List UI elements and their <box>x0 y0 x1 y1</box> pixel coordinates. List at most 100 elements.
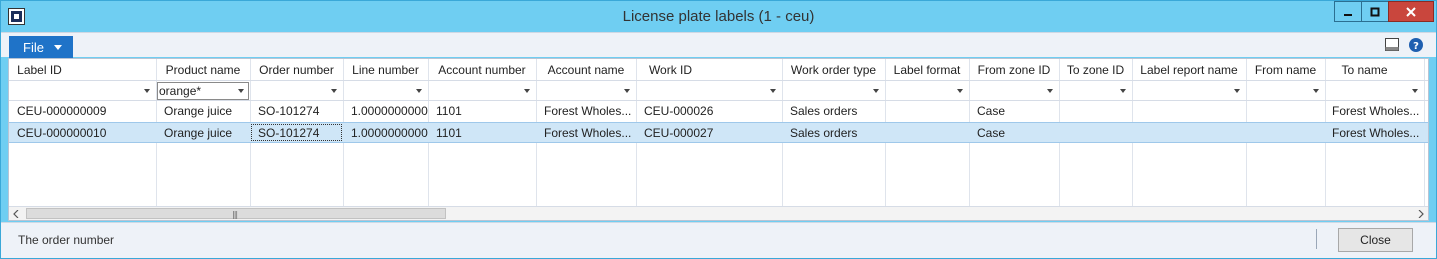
status-separator <box>1316 229 1317 249</box>
window-controls <box>1334 1 1434 23</box>
menu-bar: File ? <box>1 32 1436 58</box>
cell-label-format[interactable] <box>888 123 969 142</box>
chevron-down-icon[interactable] <box>1120 89 1126 93</box>
cell-work-id[interactable]: CEU-000026 <box>639 101 782 122</box>
cell-from-zone-id[interactable]: Case <box>972 101 1059 122</box>
cell-account-number[interactable]: 1101 <box>431 123 536 142</box>
cell-account-number[interactable]: 1101 <box>431 101 536 122</box>
maximize-button[interactable] <box>1361 1 1389 22</box>
col-label-id[interactable]: Label ID <box>9 59 70 81</box>
filter-work-id[interactable] <box>636 81 782 101</box>
filter-account-name[interactable] <box>536 81 636 101</box>
cell-work-order-type[interactable]: Sales orders <box>785 123 885 142</box>
chevron-down-icon[interactable] <box>1313 89 1319 93</box>
cell-order-number[interactable]: SO-101274 <box>253 101 343 122</box>
chevron-down-icon[interactable] <box>770 89 776 93</box>
svg-text:?: ? <box>1413 41 1419 52</box>
chevron-left-icon <box>13 209 19 218</box>
chevron-down-icon[interactable] <box>524 89 530 93</box>
filter-account-number[interactable] <box>428 81 536 101</box>
cell-from-name[interactable] <box>1249 123 1325 142</box>
cell-account-name[interactable]: Forest Wholes... <box>539 101 636 122</box>
col-from-zone-id[interactable]: From zone ID <box>969 59 1059 81</box>
cell-to-zone-id[interactable] <box>1062 101 1132 122</box>
col-account-name[interactable]: Account name <box>536 59 636 81</box>
col-to-name[interactable]: To name <box>1325 59 1404 81</box>
status-text: The order number <box>18 233 115 247</box>
filter-order-number[interactable] <box>250 81 343 101</box>
cell-label-format[interactable] <box>888 101 969 122</box>
col-product-name[interactable]: Product name <box>156 59 250 81</box>
chevron-right-icon <box>1418 209 1424 218</box>
filter-product-name[interactable]: orange* <box>156 81 250 101</box>
cell-to-zone-id[interactable] <box>1062 123 1132 142</box>
close-button[interactable]: Close <box>1338 228 1413 252</box>
col-order-number[interactable]: Order number <box>250 59 343 81</box>
filter-to-name[interactable] <box>1325 81 1424 101</box>
filter-label-id[interactable] <box>9 81 156 101</box>
chevron-down-icon[interactable] <box>416 89 422 93</box>
filter-product-name-value[interactable]: orange* <box>159 83 201 99</box>
cell-order-number-focused[interactable]: SO-101274 <box>250 123 343 142</box>
cell-to-name[interactable]: Forest Wholes... <box>1327 101 1424 122</box>
layout-icon[interactable] <box>1384 37 1400 53</box>
horizontal-scrollbar[interactable]: ||| <box>9 206 1428 220</box>
file-menu-button[interactable]: File <box>9 36 73 58</box>
scroll-right-button[interactable] <box>1414 207 1428 220</box>
maximize-icon <box>1370 7 1380 16</box>
filter-from-name[interactable] <box>1246 81 1325 101</box>
labels-grid: Label ID Product name Order number Line … <box>8 58 1429 221</box>
filter-label-report-name[interactable] <box>1132 81 1246 101</box>
chevron-down-icon[interactable] <box>1412 89 1418 93</box>
help-icon[interactable]: ? <box>1408 37 1424 53</box>
license-plate-labels-window: License plate labels (1 - ceu) File ? La… <box>0 0 1437 259</box>
col-label-format[interactable]: Label format <box>885 59 969 81</box>
menu-right-icons: ? <box>1384 37 1424 53</box>
close-window-button[interactable] <box>1388 1 1434 22</box>
col-work-id[interactable]: Work ID <box>636 59 705 81</box>
col-from-name[interactable]: From name <box>1246 59 1325 81</box>
chevron-down-icon[interactable] <box>624 89 630 93</box>
filter-to-zone-id[interactable] <box>1059 81 1132 101</box>
cell-line-number[interactable]: 1.0000000000 <box>346 101 428 122</box>
window-title: License plate labels (1 - ceu) <box>622 8 815 25</box>
scroll-left-button[interactable] <box>9 207 23 220</box>
cell-from-name[interactable] <box>1249 101 1325 122</box>
cell-label-report-name[interactable] <box>1135 101 1246 122</box>
cell-product-name[interactable]: Orange juice <box>159 123 250 142</box>
filter-row: orange* <box>9 81 1428 101</box>
chevron-down-icon[interactable] <box>144 89 150 93</box>
minimize-button[interactable] <box>1334 1 1362 22</box>
filter-from-zone-id[interactable] <box>969 81 1059 101</box>
cell-work-id[interactable]: CEU-000027 <box>639 123 782 142</box>
chevron-down-icon[interactable] <box>1234 89 1240 93</box>
col-label-report-name[interactable]: Label report name <box>1132 59 1246 81</box>
cell-from-zone-id[interactable]: Case <box>972 123 1059 142</box>
filter-label-format[interactable] <box>885 81 969 101</box>
chevron-down-icon[interactable] <box>957 89 963 93</box>
file-menu-label: File <box>23 39 44 55</box>
col-work-order-type[interactable]: Work order type <box>782 59 885 81</box>
chevron-down-icon[interactable] <box>238 89 244 93</box>
cell-label-id[interactable]: CEU-000000009 <box>12 101 156 122</box>
col-line-number[interactable]: Line number <box>343 59 428 81</box>
title-bar[interactable]: License plate labels (1 - ceu) <box>1 1 1436 32</box>
filter-line-number[interactable] <box>343 81 428 101</box>
table-row-selected[interactable]: CEU-000000010 Orange juice SO-101274 1.0… <box>9 122 1428 143</box>
cell-label-id[interactable]: CEU-000000010 <box>12 123 156 142</box>
col-account-number[interactable]: Account number <box>428 59 536 81</box>
cell-to-name[interactable]: Forest Wholes... <box>1327 123 1424 142</box>
chevron-down-icon[interactable] <box>873 89 879 93</box>
cell-account-name[interactable]: Forest Wholes... <box>539 123 636 142</box>
col-to-zone-id[interactable]: To zone ID <box>1059 59 1132 81</box>
minimize-icon <box>1344 13 1352 16</box>
cell-product-name[interactable]: Orange juice <box>159 101 250 122</box>
scrollbar-thumb[interactable]: ||| <box>26 208 446 219</box>
filter-work-order-type[interactable] <box>782 81 885 101</box>
chevron-down-icon[interactable] <box>1047 89 1053 93</box>
cell-line-number[interactable]: 1.0000000000 <box>346 123 428 142</box>
table-row[interactable]: CEU-000000009 Orange juice SO-101274 1.0… <box>9 101 1428 122</box>
chevron-down-icon[interactable] <box>331 89 337 93</box>
cell-label-report-name[interactable] <box>1135 123 1246 142</box>
cell-work-order-type[interactable]: Sales orders <box>785 101 885 122</box>
